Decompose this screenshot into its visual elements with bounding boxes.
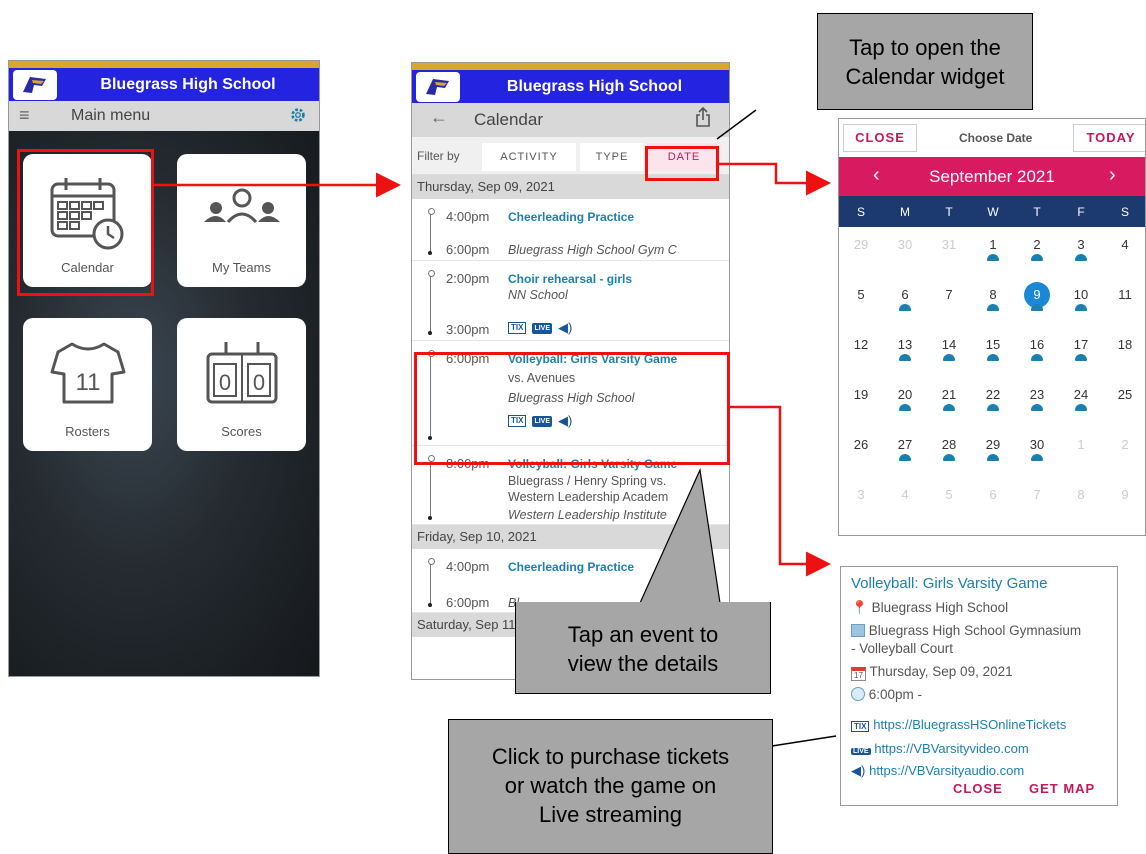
callout-line: or watch the game on — [504, 773, 717, 798]
callout-pointer-line — [716, 109, 757, 140]
callout-purchase-tickets: Click to purchase tickets or watch the g… — [448, 719, 773, 854]
callout-pointer-line — [771, 735, 837, 747]
callout-line: view the details — [567, 651, 719, 676]
callout-pointer-triangle — [639, 467, 721, 604]
arrow-to-detail-card — [730, 405, 831, 577]
callout-line: Tap an event to — [567, 622, 719, 647]
arrow-to-date-picker — [719, 162, 831, 196]
callout-open-calendar: Tap to open the Calendar widget — [817, 13, 1033, 110]
callout-line: Click to purchase tickets — [491, 744, 730, 769]
callout-line: Tap to open the — [849, 35, 1001, 60]
callout-tap-event: Tap an event to view the details — [515, 602, 771, 694]
callout-line: Calendar widget — [845, 64, 1005, 89]
callout-line: Live streaming — [538, 802, 683, 827]
